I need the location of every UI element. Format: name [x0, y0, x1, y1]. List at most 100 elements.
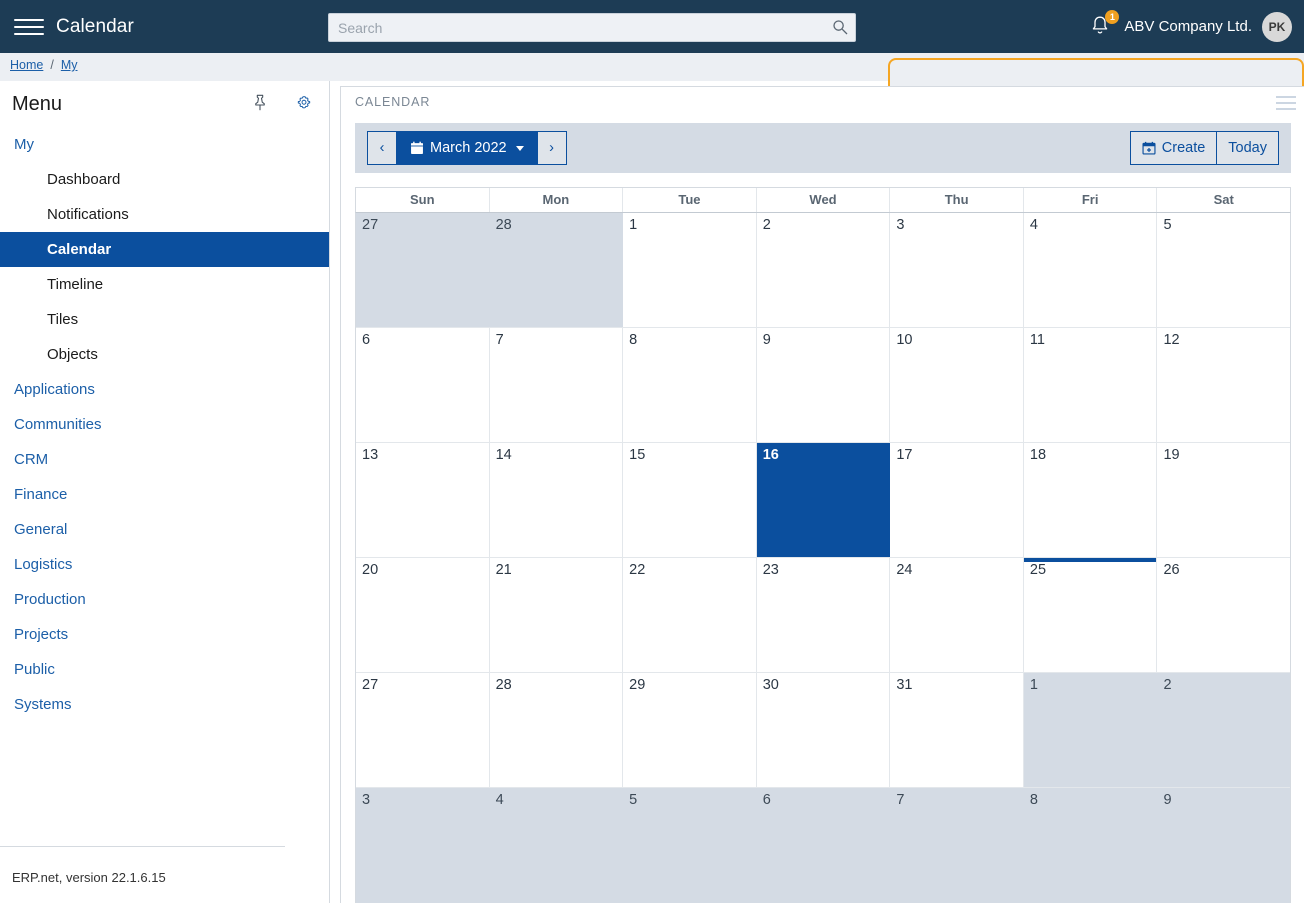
calendar-plus-icon	[1142, 141, 1156, 155]
sidebar-nav: My Dashboard Notifications Calendar Time…	[0, 127, 329, 722]
calendar-day-cell[interactable]: 3	[890, 213, 1024, 327]
calendar-day-number: 13	[362, 447, 379, 463]
calendar-day-cell[interactable]: 5	[623, 788, 757, 903]
calendar-day-number: 22	[629, 562, 646, 578]
sidebar-group-logistics[interactable]: Logistics	[0, 547, 329, 582]
calendar-day-number: 27	[362, 217, 379, 233]
calendar-day-cell[interactable]: 20	[356, 558, 490, 672]
calendar-day-cell[interactable]: 27	[356, 673, 490, 787]
calendar-grid: Sun Mon Tue Wed Thu Fri Sat 27 28 1 2 3 4 5 6 7 8…	[355, 187, 1291, 903]
sidebar-group-general[interactable]: General	[0, 512, 329, 547]
calendar-day-cell[interactable]: 2	[1157, 673, 1291, 787]
today-button[interactable]: Today	[1216, 131, 1279, 165]
calendar-day-cell[interactable]: 22	[623, 558, 757, 672]
calendar-day-cell[interactable]: 29	[623, 673, 757, 787]
calendar-day-cell[interactable]: 12	[1157, 328, 1291, 442]
calendar-day-number: 9	[762, 332, 771, 348]
calendar-icon	[411, 141, 423, 154]
calendar-day-cell[interactable]: 25	[1023, 558, 1158, 672]
calendar-week-row: 27 28 1 2 3 4 5	[356, 213, 1291, 328]
sidebar-group-crm[interactable]: CRM	[0, 442, 329, 477]
calendar-day-cell[interactable]: 5	[1157, 213, 1291, 327]
sidebar-item-notifications[interactable]: Notifications	[0, 197, 329, 232]
sidebar: Menu My Dashboard Notifications Calendar…	[0, 81, 330, 903]
calendar-day-cell[interactable]: 3	[356, 788, 490, 903]
pin-icon[interactable]	[251, 93, 269, 113]
calendar-day-number: 5	[1163, 217, 1172, 233]
sidebar-group-projects[interactable]: Projects	[0, 617, 329, 652]
calendar-day-number: 18	[1029, 447, 1047, 463]
avatar[interactable]: PK	[1262, 11, 1292, 42]
search-box[interactable]	[328, 13, 856, 42]
sidebar-group-finance[interactable]: Finance	[0, 477, 329, 512]
create-button[interactable]: Create	[1129, 131, 1218, 165]
calendar-day-cell[interactable]: 7	[890, 788, 1024, 903]
calendar-day-cell[interactable]: 23	[756, 558, 891, 672]
calendar-day-number: 27	[362, 677, 379, 693]
calendar-day-number: 14	[495, 447, 512, 463]
calendar-day-cell[interactable]: 1	[623, 213, 757, 327]
calendar-day-cell[interactable]: 31	[890, 673, 1024, 787]
calendar-day-cell[interactable]: 7	[489, 328, 624, 442]
calendar-day-cell[interactable]: 1	[1023, 673, 1158, 787]
calendar-day-number: 24	[896, 562, 913, 578]
calendar-day-cell[interactable]: 9	[1157, 788, 1291, 903]
calendar-day-cell[interactable]: 28	[489, 673, 624, 787]
next-month-button[interactable]: ›	[536, 131, 567, 165]
calendar-day-cell[interactable]: 30	[756, 673, 891, 787]
calendar-day-cell[interactable]: 16	[756, 443, 891, 557]
sidebar-group-applications[interactable]: Applications	[0, 372, 329, 407]
sidebar-item-timeline[interactable]: Timeline	[0, 267, 329, 302]
calendar-day-number: 23	[762, 562, 779, 578]
calendar-day-number: 25	[1029, 562, 1047, 578]
sidebar-group-production[interactable]: Production	[0, 582, 329, 617]
calendar-day-cell[interactable]: 6	[756, 788, 891, 903]
calendar-day-cell[interactable]: 19	[1157, 443, 1291, 557]
calendar-day-number: 29	[629, 677, 646, 693]
sidebar-item-objects[interactable]: Objects	[0, 337, 329, 372]
calendar-day-cell[interactable]: 9	[756, 328, 891, 442]
calendar-day-number: 9	[1163, 792, 1172, 808]
gear-icon[interactable]	[295, 93, 313, 113]
calendar-day-cell[interactable]: 27	[356, 213, 490, 327]
calendar-day-number: 16	[762, 447, 779, 463]
calendar-day-cell[interactable]: 15	[623, 443, 757, 557]
calendar-day-cell[interactable]: 10	[890, 328, 1024, 442]
calendar-day-cell[interactable]: 6	[356, 328, 490, 442]
breadcrumb-item-home[interactable]: Home	[10, 58, 43, 72]
search-input[interactable]	[328, 13, 856, 42]
top-bar-right: 1 ABV Company Ltd. PK	[1088, 0, 1292, 53]
calendar-day-cell[interactable]: 4	[489, 788, 624, 903]
calendar-day-cell[interactable]: 26	[1157, 558, 1291, 672]
sidebar-group-public[interactable]: Public	[0, 652, 329, 687]
notifications-button[interactable]: 1	[1088, 9, 1120, 40]
breadcrumb-item-my[interactable]: My	[61, 58, 78, 72]
prev-month-button[interactable]: ‹	[367, 131, 397, 165]
notification-count-badge: 1	[1105, 9, 1120, 24]
calendar-day-cell[interactable]: 28	[489, 213, 624, 327]
calendar-day-cell[interactable]: 17	[890, 443, 1024, 557]
calendar-day-number: 6	[362, 332, 371, 348]
sidebar-item-calendar[interactable]: Calendar	[0, 232, 329, 267]
calendar-day-cell[interactable]: 21	[489, 558, 624, 672]
calendar-day-cell[interactable]: 14	[489, 443, 624, 557]
sidebar-item-dashboard[interactable]: Dashboard	[0, 162, 329, 197]
sidebar-group-my[interactable]: My	[0, 127, 329, 162]
calendar-day-number: 15	[629, 447, 646, 463]
hamburger-icon[interactable]	[14, 15, 44, 39]
period-dropdown-button[interactable]: March 2022	[397, 131, 537, 165]
panel-menu-icon[interactable]	[1276, 96, 1296, 110]
calendar-day-cell[interactable]: 24	[890, 558, 1024, 672]
calendar-day-cell[interactable]: 11	[1023, 328, 1158, 442]
calendar-day-cell[interactable]: 8	[623, 328, 757, 442]
calendar-day-cell[interactable]: 18	[1023, 443, 1158, 557]
calendar-day-cell[interactable]: 2	[756, 213, 891, 327]
sidebar-group-communities[interactable]: Communities	[0, 407, 329, 442]
sidebar-group-systems[interactable]: Systems	[0, 687, 329, 722]
sidebar-item-tiles[interactable]: Tiles	[0, 302, 329, 337]
version-text: ERP.net, version 22.1.6.15	[12, 870, 166, 885]
calendar-day-cell[interactable]: 13	[356, 443, 490, 557]
active-tab[interactable]	[888, 58, 1304, 86]
calendar-day-cell[interactable]: 8	[1023, 788, 1158, 903]
calendar-day-cell[interactable]: 4	[1023, 213, 1158, 327]
